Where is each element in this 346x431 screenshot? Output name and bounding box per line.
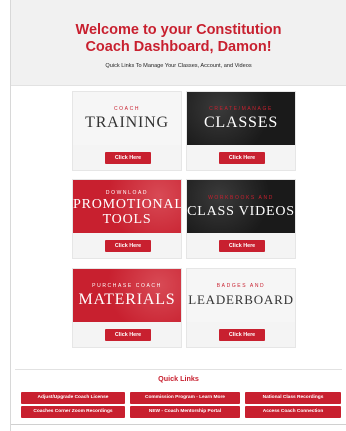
banner-small-text: DOWNLOAD [105, 190, 149, 196]
banner-big-text: CLASSES [203, 114, 279, 131]
banner-promotional-tools[interactable]: DOWNLOAD PROMOTIONAL TOOLS [73, 180, 181, 233]
classes-button[interactable]: Click Here [219, 152, 265, 164]
coach-training-button[interactable]: Click Here [105, 152, 151, 164]
banner-small-text: WORKBOOKS AND [208, 195, 274, 201]
banner-small-text: PURCHASE COACH [92, 283, 162, 289]
quick-link-national-recordings[interactable]: National Class Recordings [245, 392, 341, 404]
promotional-tools-button[interactable]: Click Here [105, 240, 151, 252]
class-videos-button[interactable]: Click Here [219, 240, 265, 252]
banner-big-text: MATERIALS [78, 291, 176, 308]
card-leaderboard: BADGES AND LEADERBOARD Click Here [186, 268, 296, 348]
leaderboard-button[interactable]: Click Here [219, 329, 265, 341]
card-materials: PURCHASE COACH MATERIALS Click Here [72, 268, 182, 348]
quick-link-zoom-recordings[interactable]: Coaches Corner Zoom Recordings [21, 406, 125, 418]
title-line-2: Coach Dashboard, Damon! [85, 39, 272, 55]
banner-class-videos[interactable]: WORKBOOKS AND CLASS VIDEOS [187, 180, 295, 233]
banner-big-text: TRAINING [85, 114, 169, 131]
welcome-header: Welcome to your Constitution Coach Dashb… [11, 0, 346, 86]
page-subtitle: Quick Links To Manage Your Classes, Acco… [105, 63, 252, 69]
quick-link-coach-connection[interactable]: Access Coach Connection [245, 406, 341, 418]
quick-links-divider [15, 369, 342, 370]
banner-big-text: PROMOTIONAL [73, 197, 181, 212]
card-promotional-tools: DOWNLOAD PROMOTIONAL TOOLS Click Here [72, 179, 182, 259]
banner-classes[interactable]: CREATE/MANAGE CLASSES [187, 92, 295, 145]
page-title: Welcome to your Constitution Coach Dashb… [11, 22, 346, 56]
card-coach-training: COACH TRAINING Click Here [72, 91, 182, 171]
quick-links-title: Quick Links [158, 374, 199, 383]
quick-link-commission-program[interactable]: Commission Program - Learn More [130, 392, 240, 404]
banner-coach-training[interactable]: COACH TRAINING [73, 92, 181, 145]
footer-divider [11, 424, 346, 425]
banner-materials[interactable]: PURCHASE COACH MATERIALS [73, 269, 181, 322]
banner-small-text: COACH [113, 106, 141, 112]
materials-button[interactable]: Click Here [105, 329, 151, 341]
banner-small-text: BADGES AND [216, 283, 266, 289]
card-classes: CREATE/MANAGE CLASSES Click Here [186, 91, 296, 171]
banner-big-text: LEADERBOARD [188, 292, 294, 307]
banner-big-text: CLASS VIDEOS [187, 204, 295, 219]
quick-link-mentorship-portal[interactable]: NEW - Coach Mentorship Portal [130, 406, 240, 418]
banner-big-text-2: TOOLS [102, 212, 152, 227]
quick-link-adjust-license[interactable]: Adjust/Upgrade Coach License [21, 392, 125, 404]
banner-leaderboard[interactable]: BADGES AND LEADERBOARD [187, 269, 295, 322]
card-class-videos: WORKBOOKS AND CLASS VIDEOS Click Here [186, 179, 296, 259]
title-line-1: Welcome to your Constitution [75, 22, 282, 38]
banner-small-text: CREATE/MANAGE [209, 106, 273, 112]
